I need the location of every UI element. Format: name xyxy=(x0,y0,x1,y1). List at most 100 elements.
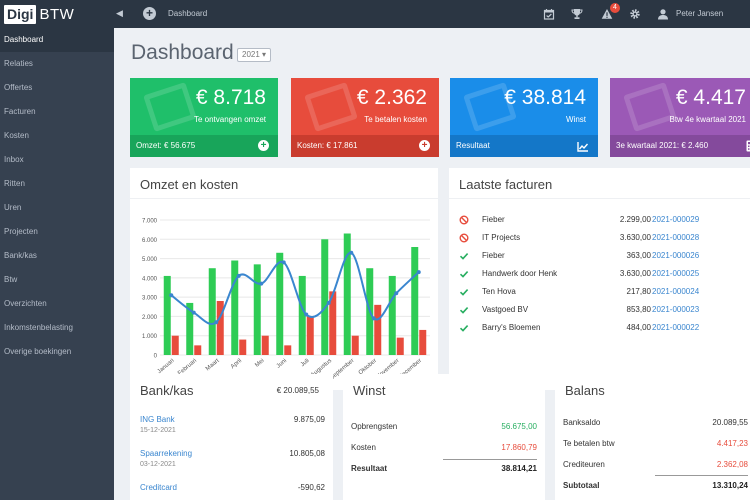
bar-omzet[interactable] xyxy=(163,275,171,355)
line-point[interactable] xyxy=(371,316,376,321)
plus-circle-icon[interactable]: + xyxy=(143,7,156,20)
summary-tile-1[interactable]: € 8.718 Te ontvangen omzet Omzet: € 56.675… xyxy=(130,78,278,157)
invoice-row[interactable]: IT Projects 3.630,00 2021-000028 xyxy=(459,229,750,247)
check-icon xyxy=(459,253,469,260)
sidebar-item-btw[interactable]: Btw xyxy=(0,268,114,292)
line-point[interactable] xyxy=(416,270,421,275)
omzet-kosten-title: Omzet en kosten xyxy=(140,177,239,192)
bank-account-row[interactable]: Spaarrekening 03-12-2021 10.805,08 xyxy=(140,449,325,468)
y-tick-label: 7.000 xyxy=(142,219,158,225)
bank-account-amount: 9.875,09 xyxy=(293,415,325,424)
line-point[interactable] xyxy=(349,250,354,255)
series-line xyxy=(170,251,420,325)
bar-omzet[interactable] xyxy=(208,268,216,355)
summary-tile-4[interactable]: € 4.417 Btw 4e kwartaal 2021 3e kwartaal 2… xyxy=(610,78,750,157)
sidebar-toggle-icon[interactable]: ◀ xyxy=(116,8,123,19)
sidebar-item-relaties[interactable]: Relaties xyxy=(0,52,114,76)
tile-footer[interactable]: Resultaat xyxy=(450,135,598,157)
x-tick-label: April xyxy=(230,358,243,370)
bank-kas-card: Bank/kas € 20.089,55 ING Bank 15-12-2021 9… xyxy=(130,374,333,500)
line-point[interactable] xyxy=(326,300,331,305)
bar-kosten[interactable] xyxy=(261,335,269,355)
user-icon[interactable] xyxy=(657,8,669,20)
invoice-row[interactable]: Handwerk door Henk 3.630,00 2021-000025 xyxy=(459,265,750,283)
line-point[interactable] xyxy=(214,320,219,325)
tile-value: € 2.362 xyxy=(356,86,427,109)
year-select[interactable]: 2021 ▾ xyxy=(237,48,272,62)
plus-circle-icon[interactable]: + xyxy=(258,140,269,151)
sidebar-item-facturen[interactable]: Facturen xyxy=(0,100,114,124)
invoice-number-link[interactable]: 2021-000028 xyxy=(652,229,699,247)
invoice-number-link[interactable]: 2021-000022 xyxy=(652,319,699,337)
line-point[interactable] xyxy=(259,281,264,286)
sidebar-item-overzichten[interactable]: Overzichten xyxy=(0,292,114,316)
summary-tile-2[interactable]: € 2.362 Te betalen kosten Kosten: € 17.861… xyxy=(291,78,439,157)
calculator-icon[interactable] xyxy=(746,140,750,152)
bar-omzet[interactable] xyxy=(253,264,261,355)
tile-footer[interactable]: 3e kwartaal 2021: € 2.460 xyxy=(610,135,750,157)
balans-row-value: 2.362,08 xyxy=(716,460,748,469)
invoice-number-link[interactable]: 2021-000026 xyxy=(652,247,699,265)
winst-row: Resultaat 38.814,21 xyxy=(351,459,537,479)
bar-kosten[interactable] xyxy=(194,345,202,355)
invoice-number-link[interactable]: 2021-000025 xyxy=(652,265,699,283)
line-point[interactable] xyxy=(236,273,241,278)
sidebar-item-ritten[interactable]: Ritten xyxy=(0,172,114,196)
tile-footer[interactable]: Omzet: € 56.675 + xyxy=(130,135,278,157)
invoice-number-link[interactable]: 2021-000023 xyxy=(652,301,699,319)
line-point[interactable] xyxy=(281,260,286,265)
bar-kosten[interactable] xyxy=(396,337,404,355)
invoice-row[interactable]: Barry's Bloemen 484,00 2021-000022 xyxy=(459,319,750,337)
invoice-row[interactable]: Fieber 363,00 2021-000026 xyxy=(459,247,750,265)
omzet-kosten-card: Omzet en kosten 0 1.000 2.000 3.000 4.000 5.0… xyxy=(130,168,438,390)
line-point[interactable] xyxy=(304,312,309,317)
y-tick-label: 4.000 xyxy=(142,276,158,282)
year-value: 2021 xyxy=(242,50,260,59)
line-point[interactable] xyxy=(394,291,399,296)
bar-kosten[interactable] xyxy=(239,339,247,355)
sidebar-item-inbox[interactable]: Inbox xyxy=(0,148,114,172)
bar-kosten[interactable] xyxy=(306,316,314,355)
invoice-number-link[interactable]: 2021-000029 xyxy=(652,211,699,229)
bar-kosten[interactable] xyxy=(351,335,359,355)
summary-tile-3[interactable]: € 38.814 Winst Resultaat xyxy=(450,78,598,157)
invoice-row[interactable]: Ten Hova 217,80 2021-000024 xyxy=(459,283,750,301)
invoice-client: Handwerk door Henk xyxy=(482,269,558,278)
winst-row-label: Resultaat xyxy=(351,464,388,473)
sidebar-item-uren[interactable]: Uren xyxy=(0,196,114,220)
bank-account-amount: -590,62 xyxy=(297,483,325,492)
calendar-check-icon[interactable] xyxy=(543,8,555,20)
tile-decoration-icon xyxy=(304,82,358,132)
trophy-icon[interactable] xyxy=(571,8,583,20)
gear-icon[interactable] xyxy=(629,8,641,20)
bar-omzet[interactable] xyxy=(321,239,329,355)
line-point[interactable] xyxy=(169,293,174,298)
invoice-row[interactable]: Fieber 2.299,00 2021-000029 xyxy=(459,211,750,229)
invoice-number-link[interactable]: 2021-000024 xyxy=(652,283,699,301)
bank-account-row[interactable]: Creditcard -590,62 xyxy=(140,483,325,495)
sidebar-item-offertes[interactable]: Offertes xyxy=(0,76,114,100)
line-point[interactable] xyxy=(191,310,196,315)
chart-line-icon[interactable] xyxy=(577,141,589,152)
bar-kosten[interactable] xyxy=(419,329,427,355)
invoice-row[interactable]: Vastgoed BV 853,80 2021-000023 xyxy=(459,301,750,319)
bar-omzet[interactable] xyxy=(276,252,284,355)
sidebar-item-projecten[interactable]: Projecten xyxy=(0,220,114,244)
sidebar-item-overige-boekingen[interactable]: Overige boekingen xyxy=(0,340,114,364)
plus-circle-icon[interactable]: + xyxy=(419,140,430,151)
sidebar-item-kosten[interactable]: Kosten xyxy=(0,124,114,148)
bank-account-row[interactable]: ING Bank 15-12-2021 9.875,09 xyxy=(140,415,325,434)
sidebar-item-inkomstenbelasting[interactable]: Inkomstenbelasting xyxy=(0,316,114,340)
tile-footer[interactable]: Kosten: € 17.861 + xyxy=(291,135,439,157)
user-name[interactable]: Peter Jansen xyxy=(676,9,723,18)
bar-omzet[interactable] xyxy=(388,275,396,355)
bar-kosten[interactable] xyxy=(374,304,382,355)
breadcrumb[interactable]: Dashboard xyxy=(168,9,207,18)
bar-kosten[interactable] xyxy=(171,335,179,355)
sidebar-item-bank-kas[interactable]: Bank/kas xyxy=(0,244,114,268)
logo[interactable]: Digi BTW xyxy=(4,4,74,24)
bar-omzet[interactable] xyxy=(411,247,419,355)
bar-kosten[interactable] xyxy=(284,345,292,355)
sidebar-item-dashboard[interactable]: Dashboard xyxy=(0,28,114,52)
check-icon xyxy=(459,271,469,278)
